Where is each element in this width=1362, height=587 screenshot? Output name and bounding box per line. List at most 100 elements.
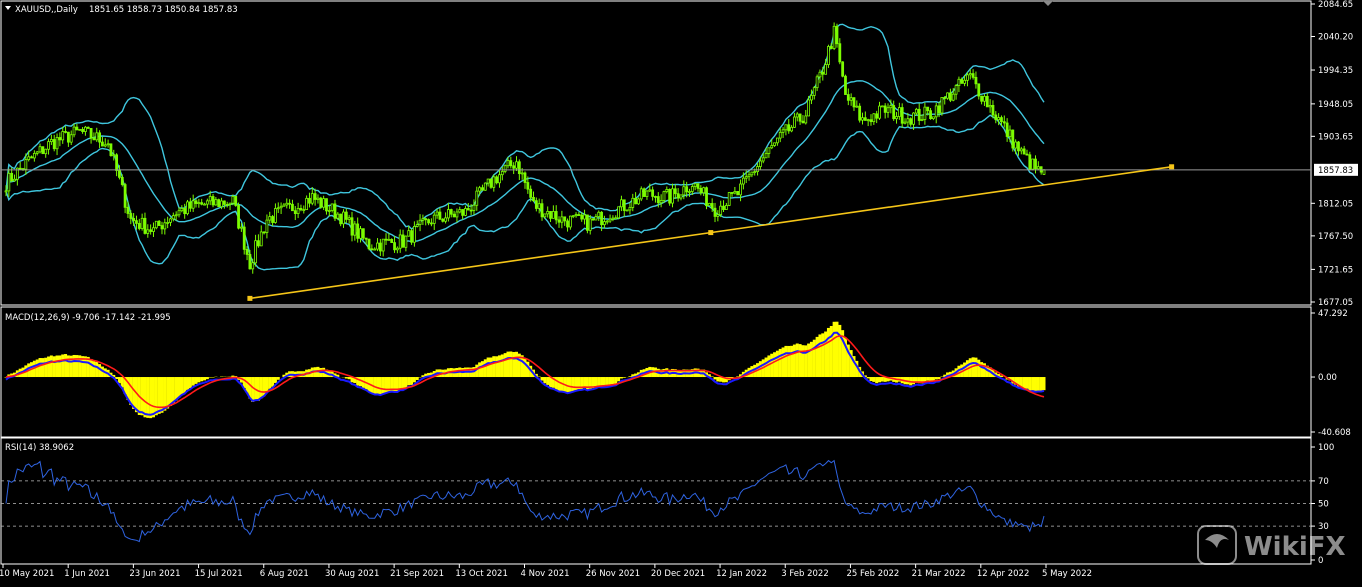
candle-body: [510, 161, 512, 166]
candle[interactable]: [490, 178, 492, 189]
candle[interactable]: [827, 45, 829, 68]
macd-bar: [175, 377, 178, 401]
candle[interactable]: [187, 200, 189, 215]
candle-body: [291, 204, 293, 210]
trendline-handle[interactable]: [708, 230, 713, 235]
candle[interactable]: [79, 129, 81, 130]
candle[interactable]: [586, 215, 588, 234]
candle[interactable]: [42, 146, 44, 154]
candle-body: [28, 157, 30, 160]
candle[interactable]: [728, 192, 730, 206]
candle-body: [394, 243, 396, 250]
macd-bar: [716, 377, 719, 381]
candle[interactable]: [110, 144, 112, 157]
candle-body: [844, 76, 846, 94]
candle[interactable]: [411, 229, 413, 245]
candle-body: [1034, 159, 1036, 169]
candle[interactable]: [737, 191, 739, 195]
candle-body: [362, 229, 364, 238]
candle[interactable]: [238, 203, 240, 230]
candle-body: [720, 206, 722, 214]
candle-body: [567, 221, 569, 227]
candle[interactable]: [496, 175, 498, 184]
candle-body: [998, 118, 1000, 120]
candle-body: [711, 203, 713, 208]
candle[interactable]: [640, 186, 642, 201]
macd-bar: [782, 347, 785, 377]
candle-body: [958, 79, 960, 85]
candle-body: [578, 215, 580, 216]
macd-bar: [938, 377, 941, 379]
candle-body: [561, 217, 563, 222]
candle-body: [612, 218, 614, 219]
candle-body: [320, 198, 322, 207]
date-tick-label: 26 Nov 2021: [586, 569, 640, 579]
macd-bar: [385, 377, 388, 393]
candle[interactable]: [941, 97, 943, 116]
candle[interactable]: [844, 75, 846, 95]
macd-bar: [498, 355, 501, 377]
trendline-handle[interactable]: [247, 296, 252, 301]
candle-body: [11, 173, 13, 180]
candle-body: [1037, 167, 1039, 169]
candle-body: [178, 211, 180, 215]
candle-body: [283, 205, 285, 206]
candle[interactable]: [618, 207, 620, 220]
candle-body: [99, 133, 101, 142]
candle-body: [90, 128, 92, 138]
candle[interactable]: [669, 188, 671, 205]
candle-body: [785, 125, 787, 130]
macd-bar: [186, 377, 189, 390]
candle[interactable]: [243, 222, 245, 254]
candle-body: [243, 227, 245, 249]
candle[interactable]: [833, 22, 835, 50]
candle[interactable]: [706, 186, 708, 209]
candle[interactable]: [155, 221, 157, 229]
candle-body: [913, 113, 915, 124]
candle[interactable]: [708, 203, 710, 206]
candle-body: [476, 191, 478, 205]
macd-bar: [878, 377, 881, 382]
candle-body: [879, 106, 881, 118]
candle[interactable]: [362, 228, 364, 240]
candle-body: [552, 211, 554, 218]
candle[interactable]: [218, 199, 220, 207]
candle-body: [793, 117, 795, 127]
macd-bar: [44, 358, 47, 377]
candle-body: [201, 203, 203, 205]
candle-body: [260, 232, 262, 246]
candle[interactable]: [626, 209, 628, 211]
candle-body: [354, 224, 356, 235]
macd-bar: [611, 377, 614, 384]
price-tick-label: 2040.20: [1318, 32, 1353, 42]
candle-body: [269, 217, 271, 221]
candle[interactable]: [235, 196, 237, 207]
candle-body: [436, 212, 438, 215]
candle-body: [107, 144, 109, 145]
candle[interactable]: [484, 182, 486, 191]
macd-bar: [203, 377, 206, 380]
candle[interactable]: [1029, 152, 1031, 170]
candle-body: [235, 196, 237, 205]
candle[interactable]: [1032, 159, 1034, 171]
macd-bar: [487, 358, 490, 378]
candle-body: [978, 84, 980, 96]
candle-body: [569, 216, 571, 227]
macd-bar: [95, 362, 98, 377]
candle[interactable]: [643, 187, 645, 196]
candle[interactable]: [1012, 129, 1014, 151]
trendline-handle[interactable]: [1169, 164, 1174, 169]
candle[interactable]: [368, 238, 370, 250]
candle-body: [935, 106, 937, 117]
candle[interactable]: [320, 197, 322, 209]
candle[interactable]: [842, 61, 844, 77]
macd-bar: [603, 377, 606, 386]
candle-body: [192, 201, 194, 208]
candle[interactable]: [881, 105, 883, 107]
candle[interactable]: [859, 103, 861, 122]
candle-body: [589, 219, 591, 230]
candle-body: [277, 208, 279, 209]
macd-tick-label: 0.00: [1318, 373, 1337, 383]
candle-body: [932, 117, 934, 119]
candle-body: [402, 235, 404, 247]
